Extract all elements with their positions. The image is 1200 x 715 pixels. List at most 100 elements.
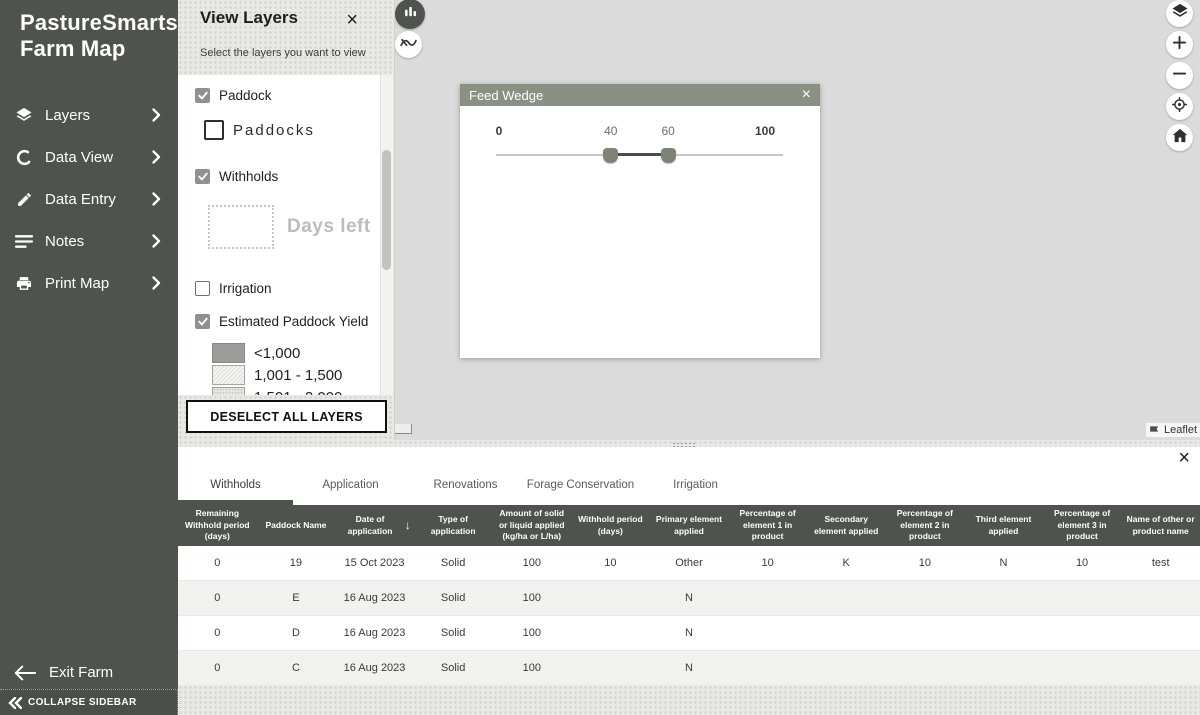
withholds-label: Withholds [219,169,278,184]
tab-renovations[interactable]: Renovations [408,479,523,505]
legend-label: 1,501 - 2,000 [254,389,342,396]
chevron-right-icon [152,234,161,248]
sidebar-item-label: Data View [45,149,152,166]
map-scale-bar [393,424,412,434]
table-cell: 100 [492,557,571,569]
tab-label: Renovations [434,479,498,491]
locate-button[interactable] [1166,93,1193,120]
column-header-label: Paddock Name [265,520,326,531]
tab-irrigation[interactable]: Irrigation [638,479,753,505]
column-header-percentage-of-element-2-in-product[interactable]: Percentage of element 2 in product [886,505,965,546]
paddock-checkbox[interactable] [195,88,210,103]
chevron-right-icon [152,276,161,290]
sidebar-item-layers[interactable]: Layers [0,94,178,136]
sidebar-item-data-view[interactable]: Data View [0,136,178,178]
layer-row-irrigation[interactable]: Irrigation [195,281,380,296]
slider-handle-lower[interactable] [603,148,618,163]
scrollbar-thumb[interactable] [382,150,391,270]
column-header-percentage-of-element-1-in-product[interactable]: Percentage of element 1 in product [728,505,807,546]
column-header-paddock-name[interactable]: Paddock Name [257,505,336,546]
table-cell: 19 [257,557,336,569]
sidebar-item-label: Print Map [45,275,152,292]
column-header-type-of-application[interactable]: Type of application [414,505,493,546]
legend-item: 1,001 - 1,500 [212,364,380,386]
withholds-preview: Days left [208,205,380,249]
sidebar-item-label: Notes [45,233,152,250]
view-layers-subtitle: Select the layers you want to view [200,47,366,59]
table-row[interactable]: 0C16 Aug 2023Solid100N [178,651,1200,686]
notes-icon [13,234,35,249]
table-row[interactable]: 0E16 Aug 2023Solid100N [178,581,1200,616]
table-cell: E [257,592,336,604]
layer-list: Paddock Paddocks Withholds Days left Irr… [178,75,380,395]
view-layers-close-icon[interactable]: × [346,10,358,30]
table-cell: N [650,627,729,639]
sidebar-item-data-entry[interactable]: Data Entry [0,178,178,220]
irrigation-checkbox[interactable] [195,281,210,296]
growth-trend-button[interactable] [395,31,422,58]
table-body: 01915 Oct 2023Solid10010Other10K10N10tes… [178,546,1200,686]
table-header-row: Remaining Withhold period (days) Paddock … [178,505,1200,546]
feed-wedge-close-icon[interactable]: × [802,87,811,103]
paddocks-checkbox[interactable] [204,120,224,140]
layer-row-estimated-paddock-yield[interactable]: Estimated Paddock Yield [195,314,380,329]
slider-selected-range [611,153,668,156]
deselect-all-layers-button[interactable]: DESELECT ALL LAYERS [186,400,387,433]
column-header-amount-of-solid-or-liquid-applied-(kg/ha[interactable]: Amount of solid or liquid applied (kg/ha… [492,505,571,546]
layer-row-paddock[interactable]: Paddock [195,88,380,103]
layer-list-scrollbar[interactable] [380,75,393,395]
layer-row-paddocks[interactable]: Paddocks [204,120,380,140]
tab-application[interactable]: Application [293,479,408,505]
slider-handle-upper[interactable] [661,148,676,163]
table-cell: 100 [492,592,571,604]
tab-label: Forage Conservation [527,479,634,491]
tab-withholds[interactable]: Withholds [178,479,293,505]
column-header-secondary-element-applied[interactable]: Secondary element applied [807,505,886,546]
tab-forage-conservation[interactable]: Forage Conservation [523,479,638,505]
column-header-primary-element-applied[interactable]: Primary element applied [650,505,729,546]
collapse-sidebar-button[interactable]: COLLAPSE SIDEBAR [0,689,178,715]
layers-button[interactable] [1166,0,1193,27]
table-cell: 0 [178,557,257,569]
data-table-panel: × WithholdsApplication Renovations Forage … [178,440,1200,715]
layer-row-withholds[interactable]: Withholds [195,169,380,184]
column-header-label: Date of application [338,514,402,537]
layers-icon [1170,1,1190,26]
feed-wedge-chart-button[interactable] [395,0,425,29]
map-attribution[interactable]: Leaflet [1146,423,1200,437]
sidebar-item-notes[interactable]: Notes [0,220,178,262]
table-cell: Solid [414,557,493,569]
sidebar-item-print-map[interactable]: Print Map [0,262,178,304]
column-header-label: Type of application [417,514,490,537]
home-button[interactable] [1166,124,1193,151]
chevron-right-icon [152,192,161,206]
estimated-paddock-yield-checkbox[interactable] [195,314,210,329]
column-header-withhold-period-(days)[interactable]: Withhold period (days) [571,505,650,546]
column-header-date-of-application[interactable]: Date of application↓ [335,505,414,546]
table-row[interactable]: 0D16 Aug 2023Solid100N [178,616,1200,651]
column-header-remaining-withhold-period-(days)[interactable]: Remaining Withhold period (days) [178,505,257,546]
sidebar-item-label: Data Entry [45,191,152,208]
column-header-third-element-applied[interactable]: Third element applied [964,505,1043,546]
zoom-in-button[interactable] [1166,31,1193,58]
irrigation-label: Irrigation [219,281,272,296]
table-row[interactable]: 01915 Oct 2023Solid10010Other10K10N10tes… [178,546,1200,581]
table-panel-close-icon[interactable]: × [1178,448,1190,468]
trend-lines-icon [400,36,417,54]
column-header-percentage-of-element-3-in-product[interactable]: Percentage of element 3 in product [1043,505,1122,546]
zoom-out-button[interactable] [1166,62,1193,89]
table-cell: 0 [178,627,257,639]
feed-wedge-body: 0 40 60 100 [460,106,820,358]
column-header-label: Amount of solid or liquid applied (kg/ha… [495,508,568,542]
layers-icon [13,105,35,125]
leaflet-attribution-label: Leaflet [1164,424,1197,436]
feed-wedge-header[interactable]: Feed Wedge × [460,84,820,106]
column-header-name-of-other-or-product-name[interactable]: Name of other or product name [1121,505,1200,546]
withholds-checkbox[interactable] [195,169,210,184]
sidebar-item-exit-farm[interactable]: Exit Farm [0,664,178,681]
table-cell: 16 Aug 2023 [335,592,414,604]
table-cell: 16 Aug 2023 [335,662,414,674]
column-header-label: Remaining Withhold period (days) [181,508,254,542]
table-cell: 10 [728,557,807,569]
table-cell: 0 [178,662,257,674]
